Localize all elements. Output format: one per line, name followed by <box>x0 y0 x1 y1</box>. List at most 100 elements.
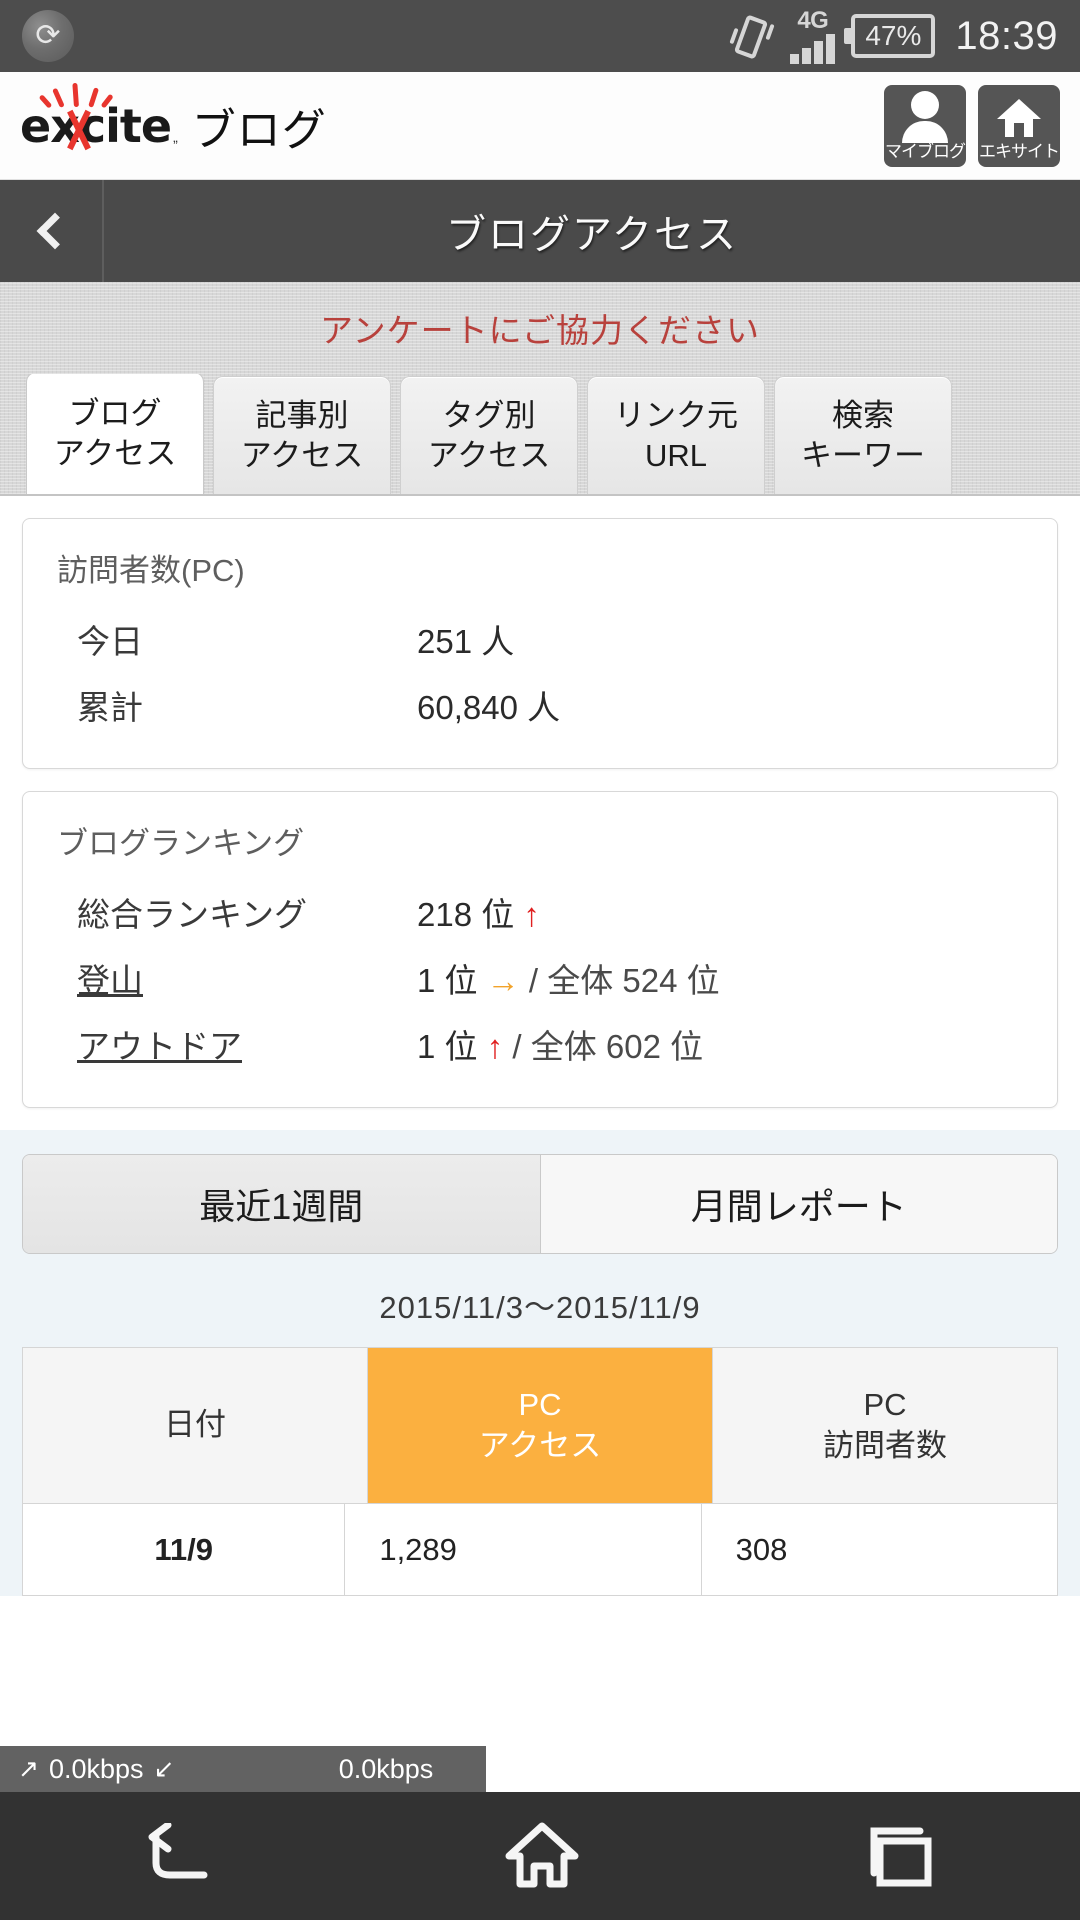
chevron-left-icon <box>36 212 74 250</box>
table-header-pc-visitors-line1: PC <box>863 1387 907 1423</box>
ranking-category-link-outdoor[interactable]: アウトドア <box>77 1020 417 1068</box>
home-icon <box>995 91 1043 143</box>
period-toggle[interactable]: 最近1週間 月間レポート <box>22 1154 1058 1254</box>
visitors-card-title: 訪問者数(PC) <box>57 553 245 588</box>
network-speed-overlay: ↗ 0.0kbps ↙ 0.0kbps <box>0 1746 1080 1792</box>
ranking-overall-rank: 218 位 <box>417 896 515 933</box>
content-body: 訪問者数(PC) 今日 251 人 累計 60,840 人 ブログランキング 総… <box>0 518 1080 1596</box>
access-table: 日付 PC アクセス PC 訪問者数 11/9 1,289 308 <box>22 1347 1058 1596</box>
tab-label-line2: キーワー <box>801 437 925 473</box>
network-down-speed: 0.0kbps <box>338 1753 434 1784</box>
visitors-total-value: 60,840 人 <box>417 689 561 726</box>
arrow-down-left-icon: ↙ <box>153 1755 175 1783</box>
tab-label-line2: アクセス <box>240 437 364 473</box>
ranking-row-outdoor[interactable]: アウトドア 1 位 ↑ / 全体 602 位 <box>57 1011 1023 1077</box>
table-header-pc-visitors[interactable]: PC 訪問者数 <box>713 1348 1057 1504</box>
status-bar-clock: 18:39 <box>955 13 1058 58</box>
date-range-label: 2015/11/3〜2015/11/9 <box>379 1290 701 1325</box>
my-blog-button-label: マイブログ <box>885 141 966 161</box>
visitors-today-value: 251 人 <box>417 623 515 660</box>
tab-label-line2: アクセス <box>53 435 177 471</box>
table-row: 11/9 1,289 308 <box>23 1504 1057 1596</box>
brand-logo[interactable]: excite „ ブログ <box>20 82 327 158</box>
android-nav-bar <box>0 1792 1080 1920</box>
survey-banner[interactable]: アンケートにご協力ください <box>0 282 1080 374</box>
table-header-pc-access-line1: PC <box>518 1387 562 1423</box>
table-header-pc-visitors-line2: 訪問者数 <box>823 1427 947 1463</box>
page-nav-bar: ブログアクセス <box>0 180 1080 282</box>
brand-wordmark: excite <box>20 98 172 153</box>
visitors-row-today: 今日 251 人 <box>57 606 1023 672</box>
tab-label-line1: タグ別 <box>442 398 536 434</box>
visitors-total-label: 累計 <box>77 689 143 726</box>
table-header-row: 日付 PC アクセス PC 訪問者数 <box>23 1348 1057 1504</box>
tab-label-line1: リンク元 <box>614 398 738 434</box>
ranking-outdoor-total: / 全体 602 位 <box>512 1028 704 1065</box>
tab-referrer-url[interactable]: リンク元 URL <box>587 376 765 494</box>
brand-jp-label: ブログ <box>191 105 327 155</box>
trend-up-icon: ↑ <box>486 1028 504 1065</box>
network-up-speed: 0.0kbps <box>48 1753 144 1784</box>
ranking-tozan-total: / 全体 524 位 <box>528 962 720 999</box>
trend-flat-icon: → <box>486 962 520 999</box>
tab-label-line2: アクセス <box>427 437 551 473</box>
excite-logo-icon: excite „ <box>20 82 178 153</box>
table-cell-date: 11/9 <box>23 1504 346 1596</box>
visitors-today-label: 今日 <box>77 623 143 660</box>
excite-home-button[interactable]: エキサイト <box>978 84 1060 167</box>
ranking-outdoor-value: 1 位 ↑ / 全体 602 位 <box>417 1020 703 1068</box>
ranking-card-title: ブログランキング <box>57 826 305 861</box>
app-circle-icon: ⟳ <box>22 10 74 62</box>
header-buttons: マイブログ エキサイト <box>884 84 1060 167</box>
status-bar-indicators: 4G 47% 18:39 <box>729 6 1058 64</box>
table-cell-pc-visitors: 308 <box>701 1504 1057 1596</box>
tab-label-line1: 検索 <box>832 398 894 434</box>
trend-up-icon: ↑ <box>523 896 540 933</box>
table-header-date[interactable]: 日付 <box>23 1348 368 1504</box>
period-week-button[interactable]: 最近1週間 <box>23 1155 540 1253</box>
battery-indicator: 47% <box>851 13 936 59</box>
tab-label-line1: 記事別 <box>255 398 349 434</box>
recent-apps-icon[interactable] <box>864 1825 938 1887</box>
ranking-category-link-tozan[interactable]: 登山 <box>77 954 417 1002</box>
table-header-pc-access[interactable]: PC アクセス <box>368 1348 713 1504</box>
visitors-row-total: 累計 60,840 人 <box>57 672 1023 738</box>
network-down-segment: 0.0kbps <box>286 1746 486 1792</box>
page-title: ブログアクセス <box>446 213 738 257</box>
ranking-row-overall: 総合ランキング 218 位 ↑ <box>57 879 1023 945</box>
ranking-overall-value: 218 位 ↑ <box>417 888 540 936</box>
ranking-tozan-value: 1 位 → / 全体 524 位 <box>417 954 720 1002</box>
tab-article-access[interactable]: 記事別 アクセス <box>213 376 391 494</box>
excite-home-button-label: エキサイト <box>979 141 1060 161</box>
visitors-card: 訪問者数(PC) 今日 251 人 累計 60,840 人 <box>22 518 1058 769</box>
home-icon[interactable] <box>505 1822 579 1890</box>
ranking-tozan-rank: 1 位 <box>417 962 478 999</box>
person-icon <box>902 90 948 143</box>
my-blog-button[interactable]: マイブログ <box>884 84 966 167</box>
arrow-up-right-icon: ↗ <box>18 1755 39 1783</box>
signal-bars-icon: 4G <box>790 6 836 64</box>
survey-banner-text: アンケートにご協力ください <box>319 312 761 349</box>
tab-label-line2: URL <box>644 437 707 473</box>
ranking-outdoor-rank: 1 位 <box>417 1028 478 1065</box>
tab-label-line1: ブログ <box>68 396 162 432</box>
report-section: 最近1週間 月間レポート 2015/11/3〜2015/11/9 日付 PC ア… <box>0 1130 1080 1596</box>
android-status-bar: ⟳ 4G 47% 18:39 <box>0 0 1080 72</box>
app-header: excite „ ブログ マイブログ エキサイト <box>0 72 1080 180</box>
tab-tag-access[interactable]: タグ別 アクセス <box>400 376 578 494</box>
table-header-date-line1: 日付 <box>164 1407 226 1443</box>
trademark-mark: „ <box>173 128 178 145</box>
tab-strip[interactable]: ブログ アクセス 記事別 アクセス タグ別 アクセス リンク元 URL 検索 キ… <box>0 374 1080 496</box>
back-button[interactable] <box>0 180 104 282</box>
logo-rays-icon <box>38 77 114 109</box>
table-header-pc-access-line2: アクセス <box>478 1427 602 1463</box>
vibrate-icon <box>729 10 775 62</box>
table-cell-pc-access: 1,289 <box>345 1504 702 1596</box>
back-arrow-icon[interactable] <box>142 1823 220 1889</box>
ranking-row-tozan[interactable]: 登山 1 位 → / 全体 524 位 <box>57 945 1023 1011</box>
tab-search-keyword[interactable]: 検索 キーワー <box>774 376 952 494</box>
ranking-overall-label: 総合ランキング <box>77 896 308 933</box>
period-month-button[interactable]: 月間レポート <box>539 1155 1057 1253</box>
network-type-label: 4G <box>797 6 829 34</box>
tab-blog-access[interactable]: ブログ アクセス <box>26 374 204 494</box>
